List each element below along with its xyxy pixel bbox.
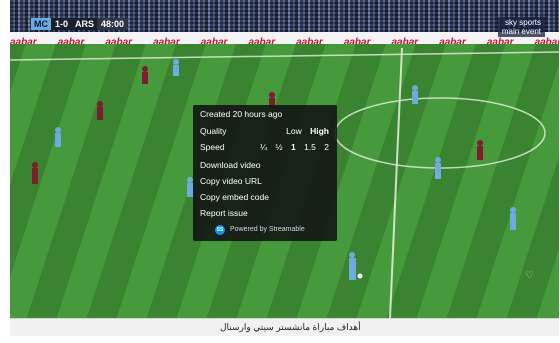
streamable-logo-icon: SS [215,225,225,235]
speed-2-option[interactable]: 2 [324,142,329,152]
speed-normal-option[interactable]: 1 [291,142,296,152]
ad-text: aabar [391,37,419,44]
ad-text: aabar [343,37,371,44]
caption-text: أهداف مباراة مانشستر سيتي وارسنال [220,322,361,332]
ad-text: aabar [105,37,133,44]
quality-high-option[interactable]: High [310,126,329,136]
powered-by-text: Powered by Streamable [230,226,305,233]
ad-text: aabar [296,37,323,44]
broadcaster-logo: sky sports main event [497,17,545,37]
speed-options: ¼ ½ 1 1.5 2 [254,140,329,154]
ad-text: aabar [248,37,276,44]
created-info: Created 20 hours ago [200,109,283,119]
home-team: MC [31,18,51,30]
heart-icon[interactable]: ♡ [525,270,534,281]
copy-url-item[interactable]: Copy video URL [200,174,329,188]
ad-text: aabar [439,37,466,44]
ad-text: aabar [57,37,85,44]
quality-low-option[interactable]: Low [286,126,302,136]
speed-row: Speed ¼ ½ 1 1.5 2 [200,140,329,154]
score: 1-0 [51,18,73,30]
speed-label: Speed [200,142,225,152]
ad-text: aabar [153,37,180,44]
broadcaster-line1: sky sports [504,18,541,27]
ad-text: aabar [486,37,514,44]
video-player[interactable]: aabar aabar aabar aabar aabar aabar aabar aabar… [10,0,559,318]
powered-by-link[interactable]: SS Powered by Streamable [215,223,305,237]
download-video-item[interactable]: Download video [200,158,329,172]
speed-quarter-option[interactable]: ¼ [260,142,267,152]
away-team: ARS [72,18,98,30]
copy-embed-item[interactable]: Copy embed code [200,190,329,204]
speed-1-5-option[interactable]: 1.5 [304,142,316,152]
quality-options: Low High [280,124,329,138]
video-caption: أهداف مباراة مانشستر سيتي وارسنال [10,318,559,336]
advertising-board: aabar aabar aabar aabar aabar aabar aabar aabar… [10,32,559,44]
quality-label: Quality [200,126,227,136]
scorebug: MC 1-0 ARS 48:00 [31,18,129,30]
report-issue-item[interactable]: Report issue [200,206,329,220]
ad-text: aabar [10,37,37,44]
ad-text: aabar [200,37,228,44]
match-clock: 48:00 [97,18,129,30]
broadcaster-line2: main event [501,27,541,36]
speed-half-option[interactable]: ½ [275,142,282,152]
context-menu: Created 20 hours ago Quality Low High Sp… [193,105,337,241]
ad-text: aabar [534,37,559,44]
quality-row: Quality Low High [200,124,329,138]
